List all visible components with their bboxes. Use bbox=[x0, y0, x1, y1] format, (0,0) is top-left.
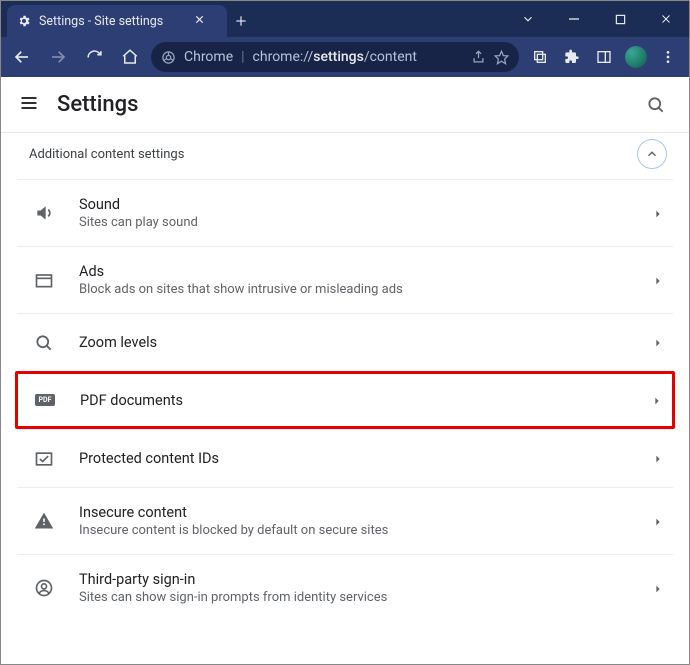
plus-icon bbox=[234, 14, 248, 28]
ads-icon bbox=[31, 270, 57, 290]
extensions-button[interactable] bbox=[557, 42, 587, 72]
close-icon bbox=[660, 13, 672, 25]
row-insecure-content[interactable]: Insecure content Insecure content is blo… bbox=[17, 487, 673, 554]
row-title: Protected content IDs bbox=[79, 450, 653, 467]
back-button[interactable] bbox=[7, 42, 37, 72]
row-title: Sound bbox=[79, 196, 653, 213]
chevron-right-icon bbox=[653, 579, 663, 598]
address-bar[interactable]: Chrome | chrome://settings/content bbox=[151, 42, 519, 72]
bookmark-star-icon[interactable] bbox=[494, 50, 509, 65]
row-sound[interactable]: Sound Sites can play sound bbox=[17, 179, 673, 246]
profile-button[interactable] bbox=[621, 42, 651, 72]
content-scroll[interactable]: Additional content settings Sound Sites … bbox=[1, 133, 689, 664]
row-protected-content-ids[interactable]: Protected content IDs bbox=[17, 429, 673, 487]
protected-content-icon bbox=[31, 449, 57, 469]
row-zoom-levels[interactable]: Zoom levels bbox=[17, 313, 673, 371]
chevron-right-icon bbox=[653, 333, 663, 352]
minimize-icon bbox=[568, 13, 580, 25]
new-tab-button[interactable] bbox=[227, 5, 255, 37]
row-ads[interactable]: Ads Block ads on sites that show intrusi… bbox=[17, 246, 673, 313]
row-third-party-sign-in[interactable]: Third-party sign-in Sites can show sign-… bbox=[17, 554, 673, 621]
settings-menu-button[interactable] bbox=[19, 93, 39, 117]
row-pdf-documents[interactable]: PDF PDF documents bbox=[15, 371, 675, 429]
omnibox-prefix: Chrome bbox=[184, 49, 233, 65]
close-window-button[interactable] bbox=[643, 4, 689, 34]
window-titlebar: Settings - Site settings bbox=[1, 1, 689, 37]
row-title: PDF documents bbox=[80, 392, 652, 409]
row-subtitle: Block ads on sites that show intrusive o… bbox=[79, 282, 653, 297]
forward-button[interactable] bbox=[43, 42, 73, 72]
chevron-right-icon bbox=[653, 449, 663, 468]
puzzle-icon bbox=[564, 49, 580, 65]
omnibox-url: chrome://settings/content bbox=[253, 49, 463, 65]
sound-icon bbox=[31, 203, 57, 223]
collapse-button[interactable] bbox=[637, 139, 667, 169]
pdf-icon: PDF bbox=[32, 394, 58, 406]
window-dropdown-button[interactable] bbox=[505, 4, 551, 34]
minimize-button[interactable] bbox=[551, 4, 597, 34]
row-title: Zoom levels bbox=[79, 334, 653, 351]
side-panel-button[interactable] bbox=[589, 42, 619, 72]
browser-tab[interactable]: Settings - Site settings bbox=[7, 5, 227, 37]
arrow-right-icon bbox=[49, 48, 67, 66]
row-title: Third-party sign-in bbox=[79, 571, 653, 588]
section-header: Additional content settings bbox=[17, 133, 673, 179]
search-icon bbox=[646, 95, 666, 115]
menu-button[interactable] bbox=[653, 42, 683, 72]
chevron-right-icon bbox=[652, 391, 662, 410]
account-icon bbox=[31, 578, 57, 598]
browser-toolbar: Chrome | chrome://settings/content bbox=[1, 37, 689, 77]
row-title: Ads bbox=[79, 263, 653, 280]
chevron-right-icon bbox=[653, 204, 663, 223]
tab-title: Settings - Site settings bbox=[39, 14, 163, 29]
close-icon bbox=[194, 14, 205, 25]
home-icon bbox=[121, 48, 139, 66]
row-title: Insecure content bbox=[79, 504, 653, 521]
section-header-label: Additional content settings bbox=[29, 147, 184, 162]
chrome-icon bbox=[161, 50, 176, 65]
maximize-button[interactable] bbox=[597, 4, 643, 34]
gear-icon bbox=[17, 14, 31, 28]
row-subtitle: Sites can show sign-in prompts from iden… bbox=[79, 590, 653, 605]
side-panel-icon bbox=[596, 49, 612, 65]
page-title: Settings bbox=[57, 92, 138, 117]
reload-icon bbox=[86, 49, 103, 66]
close-tab-button[interactable] bbox=[190, 14, 217, 29]
content: Additional content settings Sound Sites … bbox=[1, 133, 689, 651]
zoom-icon bbox=[31, 333, 57, 353]
row-subtitle: Sites can play sound bbox=[79, 215, 653, 230]
row-subtitle: Insecure content is blocked by default o… bbox=[79, 523, 653, 538]
settings-appbar: Settings bbox=[1, 77, 689, 133]
chevron-right-icon bbox=[653, 512, 663, 531]
maximize-icon bbox=[615, 14, 626, 25]
collections-icon bbox=[532, 49, 548, 65]
warning-icon bbox=[31, 511, 57, 531]
reload-button[interactable] bbox=[79, 42, 109, 72]
settings-search-button[interactable] bbox=[641, 90, 671, 120]
collections-button[interactable] bbox=[525, 42, 555, 72]
chevron-right-icon bbox=[653, 271, 663, 290]
chevron-down-icon bbox=[521, 12, 535, 26]
window-controls bbox=[505, 1, 689, 37]
chevron-up-icon bbox=[645, 147, 659, 161]
share-icon[interactable] bbox=[471, 50, 486, 65]
kebab-icon bbox=[660, 49, 676, 65]
home-button[interactable] bbox=[115, 42, 145, 72]
hamburger-icon bbox=[19, 93, 39, 113]
toolbar-right-icons bbox=[525, 42, 683, 72]
avatar-icon bbox=[625, 46, 647, 68]
arrow-left-icon bbox=[13, 48, 31, 66]
